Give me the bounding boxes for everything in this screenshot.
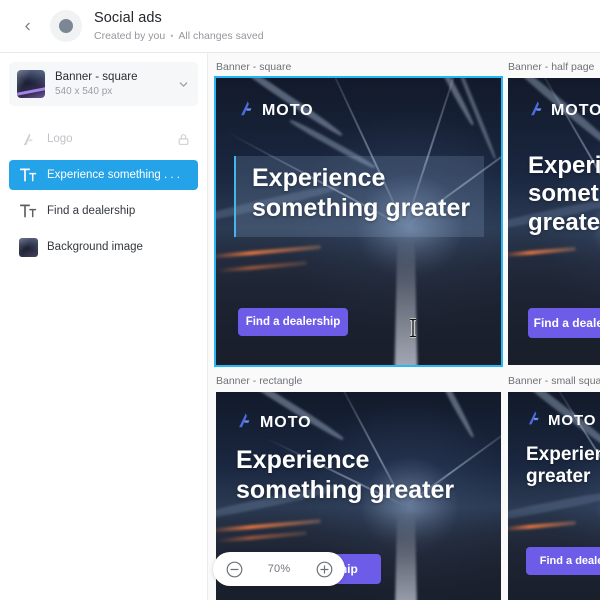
artboard-frame[interactable]: MOTO Experience greater Find a dealershi… bbox=[508, 392, 600, 600]
headline-text: Experience something greater bbox=[252, 164, 471, 222]
layer-label: Experience something . . . bbox=[47, 169, 180, 181]
headline-overlay: Experience something greater bbox=[236, 446, 486, 505]
text-tool-glyph-icon bbox=[19, 168, 36, 182]
cta-label: Find a dealership bbox=[533, 316, 600, 330]
artboard-banner-half-page[interactable]: Banner - half page MOTO Experi somet gre… bbox=[508, 61, 600, 365]
artboard-name: Banner - square bbox=[55, 71, 138, 83]
artboard-selector-text: Banner - square 540 x 540 px bbox=[55, 70, 173, 98]
back-button[interactable] bbox=[14, 13, 40, 39]
plus-circle-icon bbox=[316, 561, 332, 577]
app-header: Social ads Created by you • All changes … bbox=[0, 0, 600, 53]
chevron-down-icon bbox=[179, 81, 188, 87]
cta-label: Find a dealership bbox=[245, 316, 341, 328]
logo-mark-icon bbox=[528, 100, 545, 122]
sidebar: Banner - square 540 x 540 px Logo Experi… bbox=[0, 53, 208, 600]
document-meta: Social ads Created by you • All changes … bbox=[94, 10, 264, 43]
headline-overlay[interactable]: Experience something greater bbox=[234, 156, 484, 237]
brand-logo: MOTO bbox=[236, 412, 312, 434]
layer-item-background-image[interactable]: Background image bbox=[9, 232, 198, 262]
created-by-label: Created by you bbox=[94, 29, 166, 42]
headline-text: Experience greater bbox=[526, 444, 600, 488]
headline-overlay: Experience something greater bbox=[528, 152, 600, 237]
logo-mark-icon bbox=[238, 100, 255, 122]
zoom-value: 70% bbox=[267, 563, 291, 575]
app-body: Banner - square 540 x 540 px Logo Experi… bbox=[0, 53, 600, 600]
lock-glyph-icon bbox=[178, 133, 189, 145]
logo-glyph-icon bbox=[531, 101, 542, 116]
artboard-banner-square[interactable]: Banner - square MOTO Experience somethin… bbox=[214, 61, 503, 367]
minus-circle-icon bbox=[226, 561, 242, 577]
artboard-banner-small-square[interactable]: Banner - small square bbox=[508, 375, 600, 600]
canvas-area[interactable]: Banner - square MOTO Experience somethin… bbox=[208, 53, 600, 600]
artboard-label: Banner - rectangle bbox=[216, 375, 303, 387]
cta-button[interactable]: Find a dealership bbox=[238, 308, 348, 336]
text-tool-icon bbox=[17, 204, 39, 218]
logo-glyph-icon bbox=[239, 413, 250, 428]
artboard-thumbnail-icon bbox=[17, 70, 45, 98]
artboard-frame[interactable]: MOTO Experience something greater Find a… bbox=[508, 78, 600, 365]
artboard-label: Banner - small square bbox=[508, 375, 600, 387]
banner-content: MOTO Experience something greater Find a… bbox=[216, 78, 501, 365]
logo-wordmark: MOTO bbox=[548, 412, 597, 429]
avatar[interactable] bbox=[50, 10, 82, 42]
chevron-left-icon bbox=[24, 22, 30, 30]
logo-mark-icon bbox=[526, 410, 542, 431]
cta-button[interactable]: Find a dealership bbox=[526, 547, 600, 575]
layer-item-cta[interactable]: Find a dealership bbox=[9, 196, 198, 226]
logo-wordmark: MOTO bbox=[262, 102, 314, 119]
artboard-label: Banner - half page bbox=[508, 61, 595, 73]
headline-text: Experience something greater bbox=[528, 152, 600, 236]
save-status: All changes saved bbox=[178, 29, 264, 42]
layer-label: Logo bbox=[47, 133, 73, 145]
brand-logo: MOTO bbox=[528, 100, 600, 122]
app-root: Social ads Created by you • All changes … bbox=[0, 0, 600, 600]
image-thumbnail-icon bbox=[17, 237, 39, 257]
layer-label: Find a dealership bbox=[47, 205, 136, 217]
artboard-size: 540 x 540 px bbox=[55, 86, 113, 97]
text-tool-icon bbox=[17, 168, 39, 182]
artboard-frame[interactable]: MOTO Experience something greater Find a… bbox=[214, 76, 503, 367]
artboard-label: Banner - square bbox=[216, 61, 292, 73]
document-subtitle: Created by you • All changes saved bbox=[94, 29, 264, 43]
layer-label: Background image bbox=[47, 241, 143, 253]
banner-content: MOTO Experience greater Find a dealershi… bbox=[508, 392, 600, 600]
logo-glyph-icon bbox=[23, 132, 33, 145]
logo-glyph-icon bbox=[528, 411, 539, 425]
cta-label: Find a dealership bbox=[539, 555, 600, 567]
logo-glyph-icon bbox=[241, 101, 252, 116]
layers-list: Logo Experience something . . . Find a d… bbox=[0, 124, 207, 268]
brand-logo: MOTO bbox=[238, 100, 314, 122]
headline-overlay: Experience greater bbox=[526, 444, 600, 489]
brand-logo: MOTO bbox=[526, 410, 596, 431]
separator-dot: • bbox=[170, 30, 174, 41]
artboard-selector-chevron[interactable] bbox=[173, 78, 190, 91]
zoom-out-button[interactable] bbox=[224, 559, 244, 579]
image-thumb-swatch bbox=[18, 237, 38, 257]
lock-icon[interactable] bbox=[177, 133, 190, 146]
logo-wordmark: MOTO bbox=[551, 102, 600, 119]
zoom-in-button[interactable] bbox=[314, 559, 334, 579]
headline-text: Experience something greater bbox=[236, 446, 455, 504]
page-title: Social ads bbox=[94, 9, 162, 26]
artboard-selector[interactable]: Banner - square 540 x 540 px bbox=[9, 62, 198, 106]
layer-item-logo[interactable]: Logo bbox=[9, 124, 198, 154]
text-tool-glyph-icon bbox=[19, 204, 36, 218]
layer-item-headline[interactable]: Experience something . . . bbox=[9, 160, 198, 190]
zoom-control[interactable]: 70% bbox=[213, 552, 345, 586]
logo-mark-icon bbox=[17, 132, 39, 147]
banner-content: MOTO Experience something greater Find a… bbox=[508, 78, 600, 365]
avatar-dot-icon bbox=[59, 19, 73, 33]
logo-wordmark: MOTO bbox=[260, 414, 312, 431]
logo-mark-icon bbox=[236, 412, 253, 434]
cta-button[interactable]: Find a dealership bbox=[528, 308, 600, 338]
